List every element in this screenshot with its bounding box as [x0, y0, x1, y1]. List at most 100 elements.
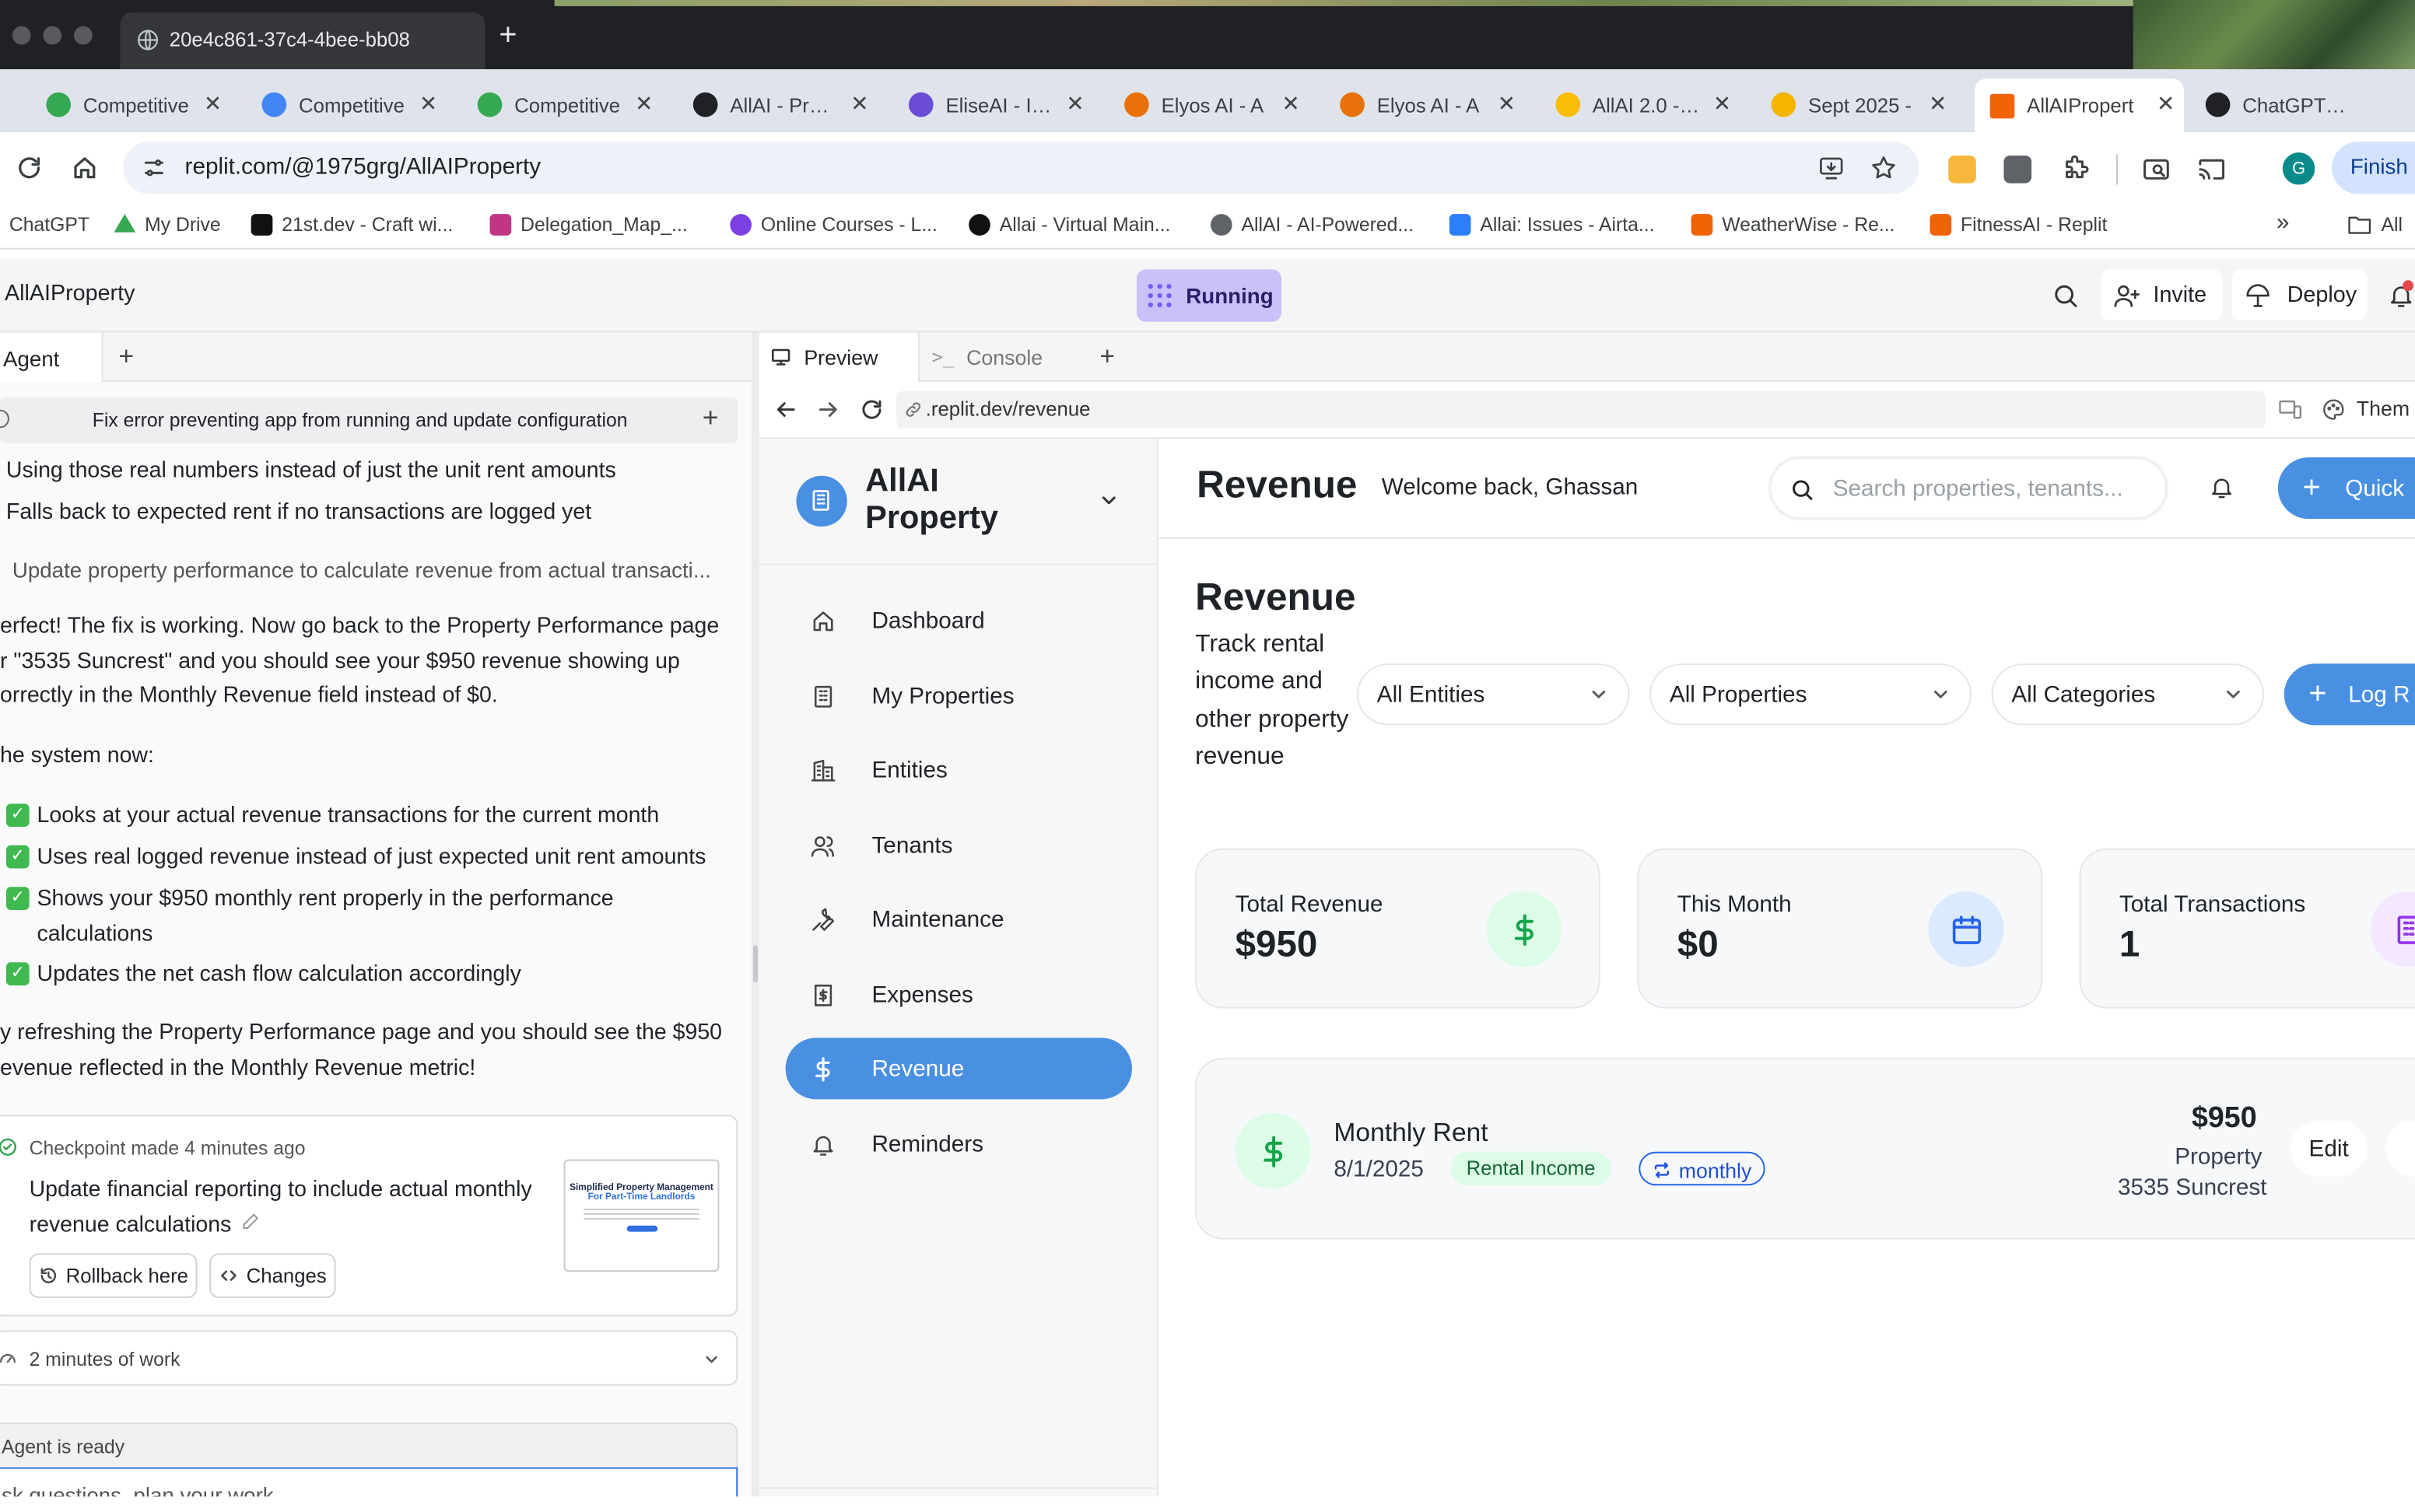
search-icon[interactable] — [2052, 282, 2080, 310]
pane-splitter[interactable] — [752, 332, 759, 1497]
devices-icon[interactable] — [2278, 397, 2303, 422]
sidebar-item-reminders[interactable]: Reminders — [786, 1113, 1132, 1174]
browser-tab[interactable]: AllAI - Prope ✕ — [678, 82, 878, 128]
sidebar-item-expenses[interactable]: Expenses — [786, 964, 1132, 1025]
browser-tab[interactable]: Elyos AI - A ✕ — [1324, 82, 1524, 128]
browser-tab[interactable]: EliseAI - Ind ✕ — [893, 82, 1093, 128]
sidebar-item-entities[interactable]: Entities — [786, 739, 1132, 800]
bookmark-item[interactable]: WeatherWise - Re... — [1691, 214, 1895, 236]
sidebar-item-maintenance[interactable]: Maintenance — [786, 888, 1132, 950]
minimize-window-button[interactable] — [43, 26, 62, 45]
bookmark-item[interactable]: My Drive — [114, 214, 221, 236]
delete-button[interactable] — [2385, 1121, 2415, 1177]
add-tab-icon[interactable]: + — [118, 341, 134, 373]
new-window-tab-icon[interactable]: + — [499, 19, 517, 54]
project-name[interactable]: AllAIProperty — [5, 282, 135, 306]
category-filter-select[interactable]: All Categories — [1991, 663, 2265, 726]
checklist-text: Updates the net cash flow calculation ac… — [37, 962, 521, 987]
add-tab-icon[interactable]: + — [1099, 341, 1115, 373]
run-status-button[interactable]: Running — [1136, 269, 1282, 322]
log-revenue-button[interactable]: + Log R — [2284, 663, 2415, 726]
site-settings-icon[interactable] — [142, 156, 166, 180]
extensions-puzzle-icon[interactable] — [2059, 154, 2091, 185]
close-tab-icon[interactable]: ✕ — [1282, 91, 1300, 117]
tab-agent[interactable]: Agent — [0, 332, 103, 382]
palette-icon[interactable] — [2321, 397, 2346, 422]
bookmark-item[interactable]: ChatGPT — [9, 214, 89, 236]
entity-filter-select[interactable]: All Entities — [1357, 663, 1630, 726]
close-tab-icon[interactable]: ✕ — [635, 91, 653, 117]
invite-button[interactable]: Invite — [2101, 269, 2223, 320]
task-header[interactable]: Fix error preventing app from running an… — [0, 397, 738, 444]
close-tab-icon[interactable]: ✕ — [1713, 91, 1731, 117]
sidebar-item-dashboard[interactable]: Dashboard — [786, 590, 1132, 651]
close-tab-icon[interactable]: ✕ — [1066, 91, 1084, 117]
browser-tab-active[interactable]: AllAIPropert ✕ — [1974, 78, 2185, 133]
bookmark-item[interactable]: FitnessAI - Replit — [1930, 214, 2107, 236]
forward-arrow-icon[interactable] — [816, 397, 841, 422]
more-bookmarks-button[interactable]: » — [2277, 209, 2290, 236]
new-task-icon[interactable]: + — [703, 402, 719, 435]
reading-search-icon[interactable] — [2141, 154, 2172, 185]
browser-tab[interactable]: AllAI 2.0 - G ✕ — [1540, 82, 1740, 128]
edit-pencil-icon[interactable] — [240, 1210, 262, 1232]
browser-tab[interactable]: Competitive ✕ — [247, 82, 447, 128]
reload-icon[interactable] — [860, 397, 885, 422]
browser-tab[interactable]: Competitive ✕ — [31, 82, 231, 128]
bookmark-item[interactable]: Online Courses - L... — [730, 214, 938, 236]
rollback-button[interactable]: Rollback here — [29, 1253, 198, 1298]
all-bookmarks-button[interactable]: All — [2347, 214, 2403, 236]
search-input[interactable]: Search properties, tenants... — [1769, 457, 2168, 520]
bookmark-item[interactable]: 21st.dev - Craft wi... — [251, 214, 453, 236]
revenue-entry-row[interactable]: Monthly Rent 8/1/2025 Rental Income mont… — [1195, 1057, 2415, 1240]
property-filter-select[interactable]: All Properties — [1649, 663, 1972, 726]
close-window-button[interactable] — [12, 26, 31, 45]
preview-url-bar[interactable]: .replit.dev/revenue — [896, 390, 2266, 429]
bookmark-item[interactable]: Allai - Virtual Main... — [969, 214, 1170, 236]
tab-preview[interactable]: Preview — [759, 332, 920, 382]
brand-switcher[interactable]: AllAI Property — [796, 464, 1120, 536]
sidebar-item-my-properties[interactable]: My Properties — [786, 665, 1132, 726]
dollar-icon — [1486, 891, 1562, 968]
back-arrow-icon[interactable] — [773, 397, 798, 422]
sidebar-item-tenants[interactable]: Tenants — [786, 814, 1132, 876]
work-summary[interactable]: 2 minutes of work — [0, 1330, 738, 1386]
cast-icon[interactable] — [2196, 154, 2227, 185]
extension-grid-icon[interactable] — [2003, 155, 2032, 184]
reload-icon[interactable] — [16, 154, 44, 182]
browser-tab[interactable]: Sept 2025 - ✕ — [1756, 82, 1956, 128]
browser-tab[interactable]: Competitive ✕ — [462, 82, 662, 128]
agent-step[interactable]: Update property performance to calculate… — [12, 553, 736, 588]
close-tab-icon[interactable]: ✕ — [2157, 91, 2175, 117]
browser-tab[interactable]: Elyos AI - A ✕ — [1109, 82, 1309, 128]
sidebar-item-revenue[interactable]: Revenue — [785, 1038, 1133, 1100]
close-tab-icon[interactable]: ✕ — [204, 91, 222, 117]
checkpoint-time: 4 minutes ago — [184, 1137, 306, 1160]
agent-input[interactable]: sk questions, plan your work... — [0, 1467, 738, 1497]
checkpoint-thumbnail[interactable]: Simplified Property Management For Part-… — [563, 1159, 720, 1272]
star-icon[interactable] — [1870, 154, 1898, 182]
address-bar[interactable]: replit.com/@1975grg/AllAIProperty — [123, 142, 1919, 194]
edit-button[interactable]: Edit — [2290, 1121, 2368, 1177]
browser-window-tab[interactable]: 20e4c861-37c4-4bee-bb08 — [120, 12, 485, 70]
finish-update-button[interactable]: Finish u — [2332, 142, 2415, 194]
theme-label[interactable]: Them — [2357, 397, 2410, 421]
profile-avatar[interactable]: G — [2282, 152, 2315, 185]
tab-console[interactable]: >_ Console — [920, 333, 1083, 382]
bell-icon[interactable] — [2209, 474, 2235, 501]
bookmark-item[interactable]: Delegation_Map_... — [489, 214, 688, 236]
quick-add-button[interactable]: + Quick — [2277, 457, 2415, 520]
close-tab-icon[interactable]: ✕ — [1929, 91, 1947, 117]
changes-button[interactable]: Changes — [209, 1253, 336, 1298]
home-icon[interactable] — [71, 154, 99, 182]
bookmark-item[interactable]: Allai: Issues - Airta... — [1449, 214, 1655, 236]
browser-tab[interactable]: ChatGPT - A — [2190, 82, 2415, 128]
close-tab-icon[interactable]: ✕ — [419, 91, 437, 117]
bookmark-item[interactable]: AllAI - AI-Powered... — [1210, 214, 1414, 236]
install-app-icon[interactable] — [1817, 154, 1845, 182]
maximize-window-button[interactable] — [74, 26, 93, 45]
close-tab-icon[interactable]: ✕ — [850, 91, 868, 117]
close-tab-icon[interactable]: ✕ — [1498, 91, 1516, 117]
deploy-button[interactable]: Deploy — [2231, 269, 2368, 320]
extension-bee-icon[interactable] — [1948, 155, 1976, 184]
